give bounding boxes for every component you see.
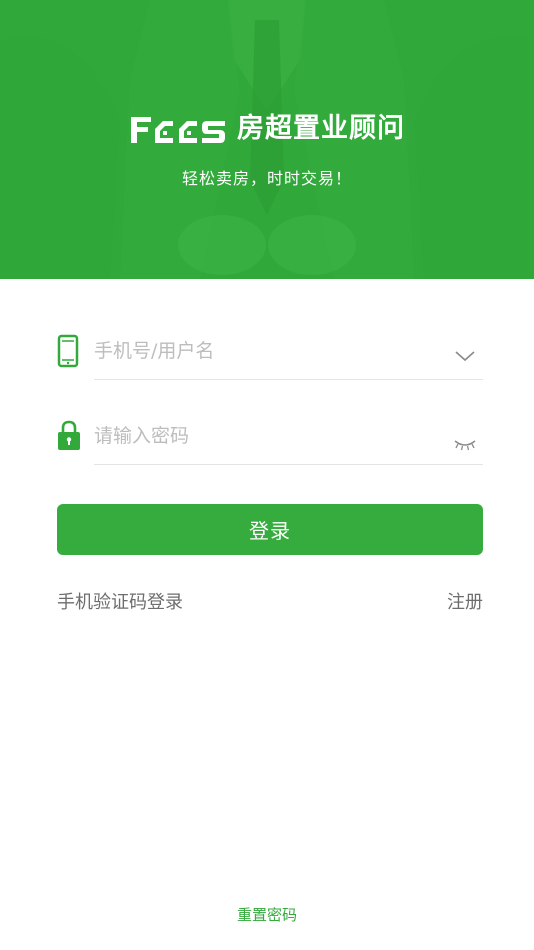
reset-password-link[interactable]: 重置密码 (0, 903, 534, 927)
secondary-links: 手机验证码登录 注册 (57, 589, 483, 617)
username-input[interactable] (94, 334, 434, 368)
username-underline (94, 379, 483, 380)
brand-logo: 房超置业顾问 (0, 106, 534, 152)
username-field (57, 328, 483, 380)
chevron-down-icon[interactable] (453, 344, 477, 368)
password-underline (94, 464, 483, 465)
header-banner: 房超置业顾问 轻松卖房，时时交易！ (0, 0, 534, 279)
login-button[interactable]: 登录 (57, 504, 483, 555)
fccs-logo-icon (131, 117, 225, 143)
banner-slogan: 轻松卖房，时时交易！ (181, 169, 352, 188)
register-link[interactable]: 注册 (447, 589, 483, 617)
eye-closed-icon[interactable] (453, 433, 477, 457)
login-screen: 房超置业顾问 轻松卖房，时时交易！ 手机号/用户名 登录 手机验证码登录 注册 … (0, 0, 534, 950)
password-input[interactable] (94, 419, 434, 453)
phone-icon (57, 328, 79, 372)
password-field (57, 413, 483, 465)
brand-name: 房超置业顾问 (237, 113, 405, 144)
lock-icon (57, 413, 81, 457)
sms-login-link[interactable]: 手机验证码登录 (57, 589, 183, 617)
